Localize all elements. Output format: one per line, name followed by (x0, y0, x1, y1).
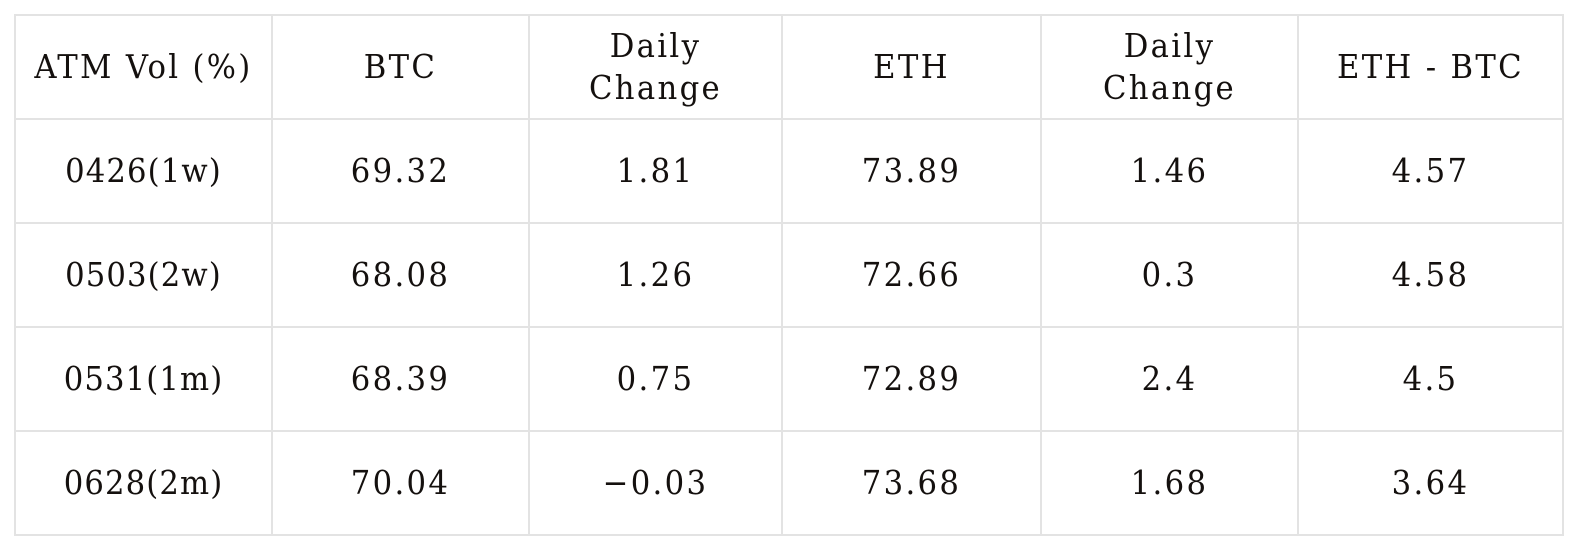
cell-eth-value: 73.89 (796, 150, 1028, 192)
cell-eth-daily-change: 1.68 (1041, 431, 1298, 535)
cell-btc-value: 70.04 (286, 462, 516, 504)
cell-eth-daily-change-value: 1.68 (1055, 462, 1285, 504)
column-header-btc-label: BTC (286, 46, 516, 88)
cell-eth-value: 73.68 (796, 462, 1028, 504)
table-header-row: ATM Vol (%) BTC Daily Change ETH Daily C… (15, 15, 1563, 119)
cell-eth-minus-btc-value: 4.58 (1312, 254, 1549, 296)
cell-tenor-value: 0426(1w) (29, 150, 259, 192)
cell-tenor: 0628(2m) (15, 431, 272, 535)
column-header-btc: BTC (272, 15, 529, 119)
column-header-eth: ETH (782, 15, 1041, 119)
cell-btc-daily-change: 1.26 (529, 223, 782, 327)
cell-eth-minus-btc: 3.64 (1298, 431, 1563, 535)
cell-eth-minus-btc-value: 4.57 (1312, 150, 1549, 192)
cell-eth: 72.66 (782, 223, 1041, 327)
column-header-eth-label: ETH (796, 46, 1028, 88)
cell-btc: 68.39 (272, 327, 529, 431)
cell-eth-daily-change-value: 2.4 (1055, 358, 1285, 400)
cell-tenor: 0426(1w) (15, 119, 272, 223)
cell-btc-daily-change-value: 1.26 (543, 254, 769, 296)
cell-eth-daily-change-value: 0.3 (1055, 254, 1285, 296)
cell-eth-value: 72.89 (796, 358, 1028, 400)
cell-eth-daily-change-value: 1.46 (1055, 150, 1285, 192)
cell-btc-value: 69.32 (286, 150, 516, 192)
cell-tenor-value: 0531(1m) (29, 358, 259, 400)
cell-eth-daily-change: 2.4 (1041, 327, 1298, 431)
table-header: ATM Vol (%) BTC Daily Change ETH Daily C… (15, 15, 1563, 119)
cell-btc: 68.08 (272, 223, 529, 327)
column-header-btc-daily-change-label: Daily Change (543, 25, 769, 109)
column-header-eth-daily-change: Daily Change (1041, 15, 1298, 119)
table-row: 0426(1w) 69.32 1.81 73.89 1.46 (15, 119, 1563, 223)
cell-btc: 69.32 (272, 119, 529, 223)
table-container: ATM Vol (%) BTC Daily Change ETH Daily C… (14, 14, 1562, 534)
cell-eth: 73.89 (782, 119, 1041, 223)
cell-eth-minus-btc: 4.57 (1298, 119, 1563, 223)
cell-btc: 70.04 (272, 431, 529, 535)
column-header-btc-daily-change: Daily Change (529, 15, 782, 119)
cell-eth-value: 72.66 (796, 254, 1028, 296)
cell-btc-daily-change-value: 0.75 (543, 358, 769, 400)
cell-btc-daily-change-value: −0.03 (543, 462, 769, 504)
cell-eth-minus-btc-value: 4.5 (1312, 358, 1549, 400)
cell-tenor: 0503(2w) (15, 223, 272, 327)
cell-eth: 73.68 (782, 431, 1041, 535)
atm-vol-table: ATM Vol (%) BTC Daily Change ETH Daily C… (14, 14, 1564, 536)
table-row: 0503(2w) 68.08 1.26 72.66 0.3 (15, 223, 1563, 327)
cell-eth-minus-btc-value: 3.64 (1312, 462, 1549, 504)
cell-btc-daily-change: 0.75 (529, 327, 782, 431)
cell-btc-daily-change: −0.03 (529, 431, 782, 535)
cell-eth-daily-change: 0.3 (1041, 223, 1298, 327)
table-row: 0531(1m) 68.39 0.75 72.89 2.4 (15, 327, 1563, 431)
cell-eth: 72.89 (782, 327, 1041, 431)
cell-tenor-value: 0628(2m) (29, 462, 259, 504)
table-row: 0628(2m) 70.04 −0.03 73.68 1.68 (15, 431, 1563, 535)
cell-eth-minus-btc: 4.5 (1298, 327, 1563, 431)
table-body: 0426(1w) 69.32 1.81 73.89 1.46 (15, 119, 1563, 535)
column-header-atm-vol-label: ATM Vol (%) (29, 46, 259, 88)
cell-tenor: 0531(1m) (15, 327, 272, 431)
column-header-eth-minus-btc: ETH - BTC (1298, 15, 1563, 119)
cell-tenor-value: 0503(2w) (29, 254, 259, 296)
column-header-eth-daily-change-label: Daily Change (1055, 25, 1285, 109)
column-header-eth-minus-btc-label: ETH - BTC (1312, 46, 1549, 88)
cell-eth-daily-change: 1.46 (1041, 119, 1298, 223)
cell-eth-minus-btc: 4.58 (1298, 223, 1563, 327)
column-header-atm-vol: ATM Vol (%) (15, 15, 272, 119)
cell-btc-value: 68.39 (286, 358, 516, 400)
cell-btc-daily-change-value: 1.81 (543, 150, 769, 192)
cell-btc-value: 68.08 (286, 254, 516, 296)
page-root: ATM Vol (%) BTC Daily Change ETH Daily C… (0, 0, 1580, 552)
cell-btc-daily-change: 1.81 (529, 119, 782, 223)
